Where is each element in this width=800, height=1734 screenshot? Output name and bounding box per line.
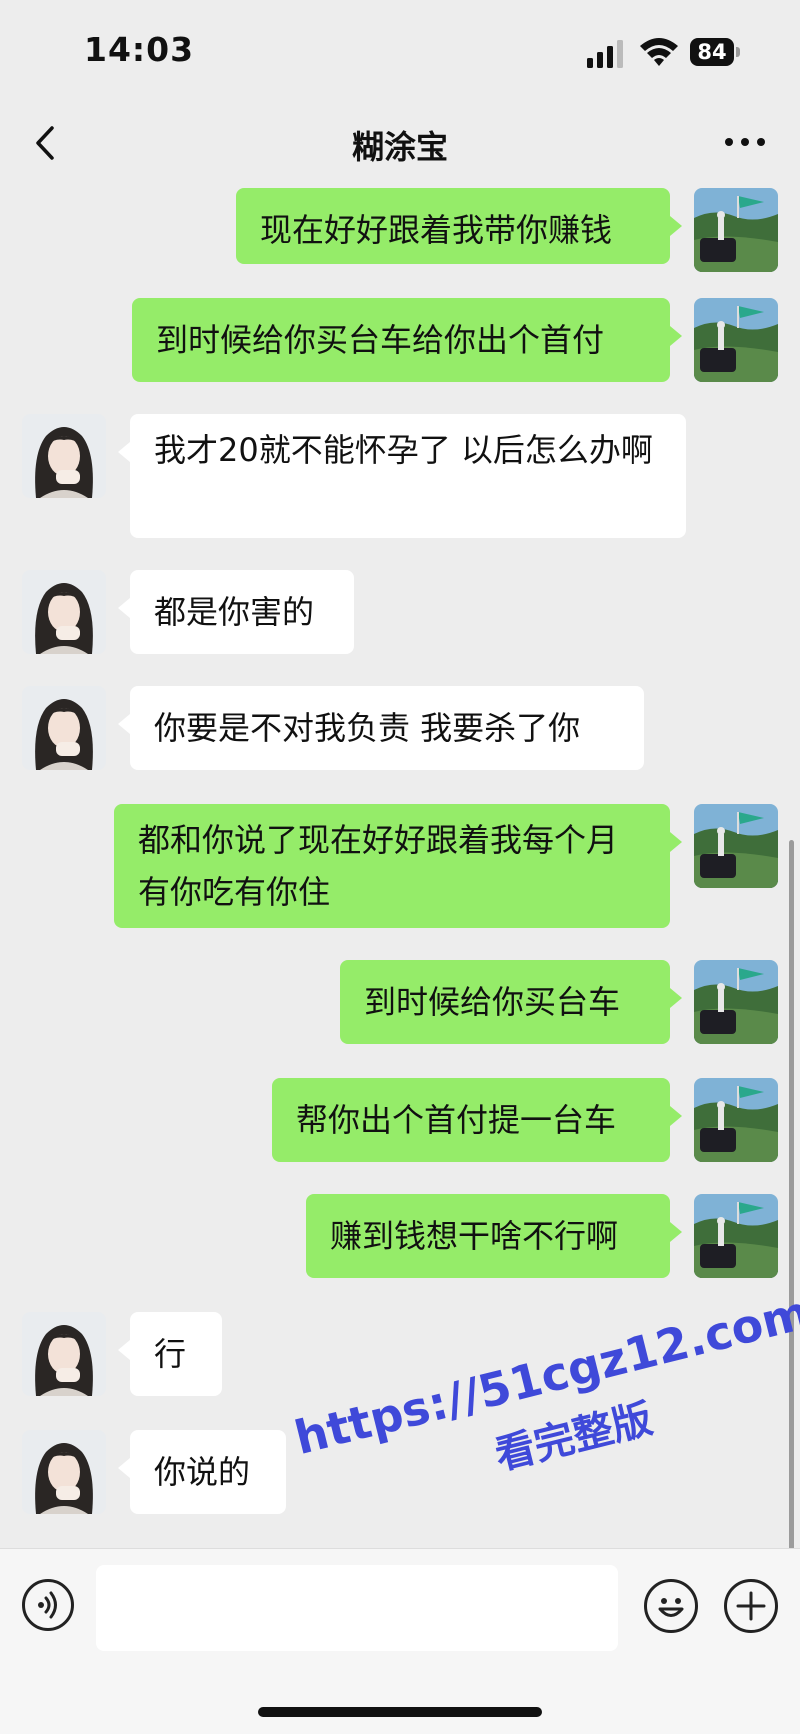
emoji-icon — [658, 1598, 684, 1617]
my-avatar[interactable] — [694, 804, 778, 888]
message-sent: 到时候给你买台车给你出个首付 — [0, 298, 800, 382]
contact-avatar[interactable] — [22, 570, 106, 654]
input-bar — [0, 1548, 800, 1734]
my-avatar[interactable] — [694, 298, 778, 382]
more-dots-icon[interactable] — [720, 122, 770, 162]
plus-icon — [736, 1591, 766, 1621]
message-bubble[interactable]: 行 — [130, 1312, 222, 1396]
message-sent: 帮你出个首付提一台车 — [0, 1078, 800, 1162]
voice-button[interactable] — [22, 1579, 74, 1631]
message-bubble[interactable]: 赚到钱想干啥不行啊 — [306, 1194, 670, 1278]
message-sent: 到时候给你买台车 — [0, 960, 800, 1044]
message-sent: 赚到钱想干啥不行啊 — [0, 1194, 800, 1278]
message-received: 我才20就不能怀孕了 以后怎么办啊 — [0, 414, 800, 538]
contact-avatar[interactable] — [22, 686, 106, 770]
my-avatar[interactable] — [694, 188, 778, 272]
my-avatar[interactable] — [694, 1078, 778, 1162]
contact-avatar[interactable] — [22, 1312, 106, 1396]
home-indicator — [258, 1707, 542, 1717]
battery-level: 84 — [690, 38, 734, 66]
message-sent: 现在好好跟着我带你赚钱 — [0, 188, 800, 272]
message-input[interactable] — [96, 1565, 618, 1651]
message-bubble[interactable]: 都是你害的 — [130, 570, 354, 654]
message-received: 行 — [0, 1312, 800, 1396]
contact-avatar[interactable] — [22, 1430, 106, 1514]
status-time: 14:03 — [84, 30, 195, 69]
voice-icon — [38, 1591, 57, 1619]
message-bubble[interactable]: 我才20就不能怀孕了 以后怎么办啊 — [130, 414, 686, 538]
message-bubble[interactable]: 现在好好跟着我带你赚钱 — [236, 188, 670, 264]
message-bubble[interactable]: 帮你出个首付提一台车 — [272, 1078, 670, 1162]
chat-title: 糊涂宝 — [351, 128, 448, 166]
message-received: 你说的 — [0, 1430, 800, 1514]
cellular-signal-icon — [587, 40, 623, 68]
contact-avatar[interactable] — [22, 414, 106, 498]
message-bubble[interactable]: 你要是不对我负责 我要杀了你 — [130, 686, 644, 770]
status-bar: 14:03 84 — [0, 0, 800, 100]
message-received: 你要是不对我负责 我要杀了你 — [0, 686, 800, 770]
message-bubble[interactable]: 你说的 — [130, 1430, 286, 1514]
emoji-button[interactable] — [644, 1579, 698, 1633]
message-sent: 都和你说了现在好好跟着我每个月有你吃有你住 — [0, 804, 800, 928]
my-avatar[interactable] — [694, 1194, 778, 1278]
chat-header: 糊涂宝 — [0, 100, 800, 188]
message-bubble[interactable]: 到时候给你买台车 — [340, 960, 670, 1044]
wifi-icon — [640, 38, 678, 66]
message-bubble[interactable]: 到时候给你买台车给你出个首付 — [132, 298, 670, 382]
message-bubble[interactable]: 都和你说了现在好好跟着我每个月有你吃有你住 — [114, 804, 670, 928]
message-received: 都是你害的 — [0, 570, 800, 654]
scrollbar[interactable] — [789, 840, 794, 1550]
plus-button[interactable] — [724, 1579, 778, 1633]
battery-icon: 84 — [690, 38, 742, 68]
my-avatar[interactable] — [694, 960, 778, 1044]
